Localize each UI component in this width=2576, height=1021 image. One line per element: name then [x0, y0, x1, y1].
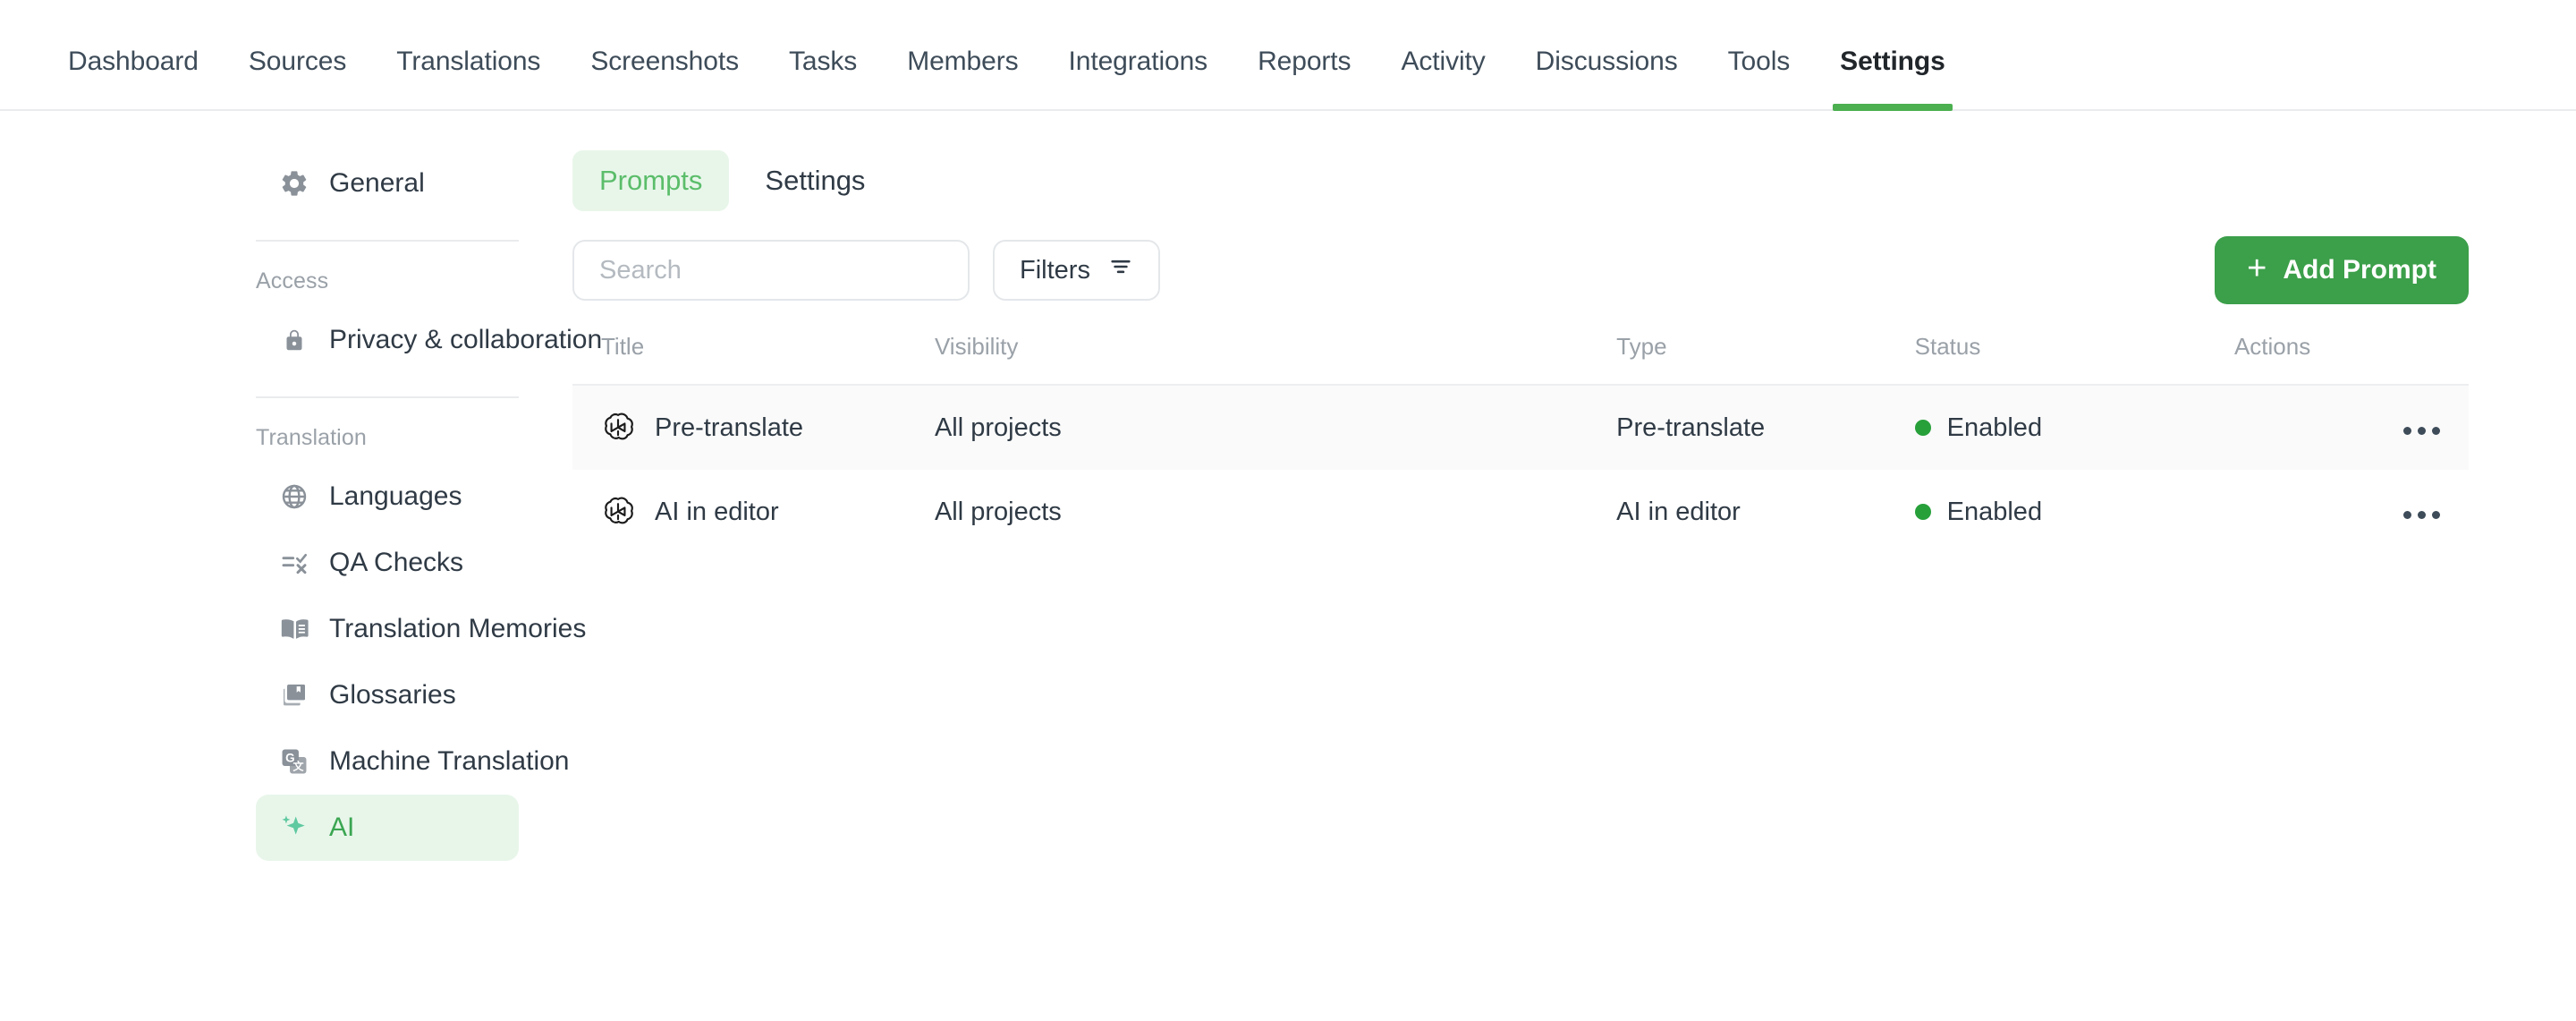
column-header-type: Type [1616, 333, 1915, 386]
table-header-row: Title Visibility Type Status Actions [572, 333, 2469, 386]
openai-logo-icon [601, 411, 635, 445]
top-navigation-bar: Dashboard Sources Translations Screenshots T… [0, 0, 2576, 111]
gear-icon [279, 168, 309, 199]
sidebar-item-general[interactable]: General [256, 150, 519, 217]
sidebar-item-machine-translation[interactable]: G 文 Machine Translation [256, 728, 569, 795]
status-dot-icon [1914, 504, 1931, 520]
tab-prompts[interactable]: Prompts [572, 150, 730, 211]
nav-item-reports[interactable]: Reports [1233, 48, 1376, 109]
globe-icon [279, 481, 309, 512]
sidebar-item-translation-memories[interactable]: Translation Memories [256, 596, 586, 662]
column-header-status: Status [1914, 333, 2234, 386]
cell-type: AI in editor [1616, 497, 1741, 526]
main-content: PromptsSettings Filters + Add Prompt [572, 150, 2576, 861]
column-header-visibility: Visibility [934, 333, 1617, 386]
nav-item-translations[interactable]: Translations [371, 48, 565, 109]
search-input[interactable] [572, 240, 970, 301]
sidebar-group-label-access: Access [256, 268, 329, 294]
nav-item-members[interactable]: Members [882, 48, 1043, 109]
bookmark-book-icon [279, 680, 309, 710]
sidebar-item-label-machine-translation: Machine Translation [329, 746, 570, 776]
sidebar-item-label-qa-checks: QA Checks [329, 548, 464, 577]
top-nav-list: Dashboard Sources Translations Screenshots T… [43, 0, 1970, 111]
open-book-icon [279, 614, 309, 644]
sidebar-item-label-general: General [329, 168, 425, 198]
settings-sidebar: General Access Privacy & collaboration T… [0, 150, 602, 861]
cell-visibility: All projects [934, 385, 1617, 470]
add-prompt-button[interactable]: + Add Prompt [2215, 236, 2469, 304]
filters-button[interactable]: Filters [993, 240, 1160, 301]
nav-item-tools[interactable]: Tools [1703, 48, 1816, 109]
prompts-table-head: Title Visibility Type Status Actions [572, 333, 2469, 386]
sidebar-item-languages[interactable]: Languages [256, 464, 519, 530]
add-prompt-label: Add Prompt [2283, 255, 2436, 285]
prompts-table-body: Pre-translate All projects Pre-translate En… [572, 385, 2469, 554]
prompts-table: Title Visibility Type Status Actions Pre-tra… [572, 333, 2469, 554]
svg-text:文: 文 [293, 759, 305, 772]
more-actions-icon[interactable] [2403, 502, 2440, 528]
sidebar-item-label-translation-memories: Translation Memories [329, 614, 587, 643]
nav-item-screenshots[interactable]: Screenshots [565, 48, 764, 109]
cell-title: Pre-translate [572, 385, 935, 470]
openai-logo-icon [601, 495, 635, 529]
machine-translation-icon: G 文 [279, 746, 309, 777]
cell-title: AI in editor [572, 470, 935, 554]
status-badge: Enabled [1946, 413, 2043, 442]
sidebar-item-glossaries[interactable]: Glossaries [256, 662, 519, 728]
sidebar-item-label-glossaries: Glossaries [329, 680, 456, 710]
tab-settings[interactable]: Settings [738, 150, 892, 211]
table-row[interactable]: Pre-translate All projects Pre-translate En… [572, 385, 2469, 470]
status-badge: Enabled [1946, 497, 2043, 526]
sidebar-item-label-ai: AI [329, 813, 355, 842]
sidebar-item-label-privacy: Privacy & collaboration [329, 325, 603, 354]
nav-item-activity[interactable]: Activity [1376, 48, 1510, 109]
more-actions-icon[interactable] [2403, 418, 2440, 444]
nav-item-integrations[interactable]: Integrations [1044, 48, 1233, 109]
prompt-title: AI in editor [655, 497, 779, 526]
nav-item-settings[interactable]: Settings [1815, 48, 1970, 111]
sparkle-icon [279, 813, 309, 843]
page-body: General Access Privacy & collaboration T… [0, 111, 2576, 861]
prompt-title: Pre-translate [655, 413, 804, 442]
sidebar-item-label-languages: Languages [329, 481, 462, 511]
lock-icon [279, 325, 309, 355]
cell-type: Pre-translate [1616, 385, 1915, 470]
cell-status: Enabled [1914, 385, 2234, 470]
column-header-actions: Actions [2233, 333, 2469, 386]
sidebar-item-ai[interactable]: AI [256, 795, 519, 861]
cell-actions [2233, 385, 2469, 470]
nav-item-tasks[interactable]: Tasks [764, 48, 882, 109]
nav-item-sources[interactable]: Sources [224, 48, 371, 109]
content-tabs: Prompts Settings [572, 150, 2469, 211]
cell-actions [2234, 470, 2469, 554]
sidebar-group-label-translation: Translation [256, 425, 367, 450]
table-row[interactable]: AI in editor All projects AI in editor Enab… [572, 470, 2469, 554]
status-dot-icon [1914, 420, 1931, 436]
nav-item-discussions[interactable]: Discussions [1511, 48, 1703, 109]
prompts-toolbar: Filters + Add Prompt [572, 236, 2469, 304]
filter-icon [1108, 254, 1133, 286]
column-header-title: Title [572, 333, 935, 386]
cell-status: Enabled [1914, 470, 2234, 554]
plus-icon: + [2247, 250, 2267, 287]
qa-checks-icon [279, 548, 309, 578]
sidebar-item-privacy-collaboration[interactable]: Privacy & collaboration [256, 307, 602, 373]
nav-item-dashboard[interactable]: Dashboard [43, 48, 224, 109]
filters-button-label: Filters [1020, 255, 1090, 285]
sidebar-item-qa-checks[interactable]: QA Checks [256, 530, 519, 596]
cell-visibility: All projects [934, 497, 1062, 526]
